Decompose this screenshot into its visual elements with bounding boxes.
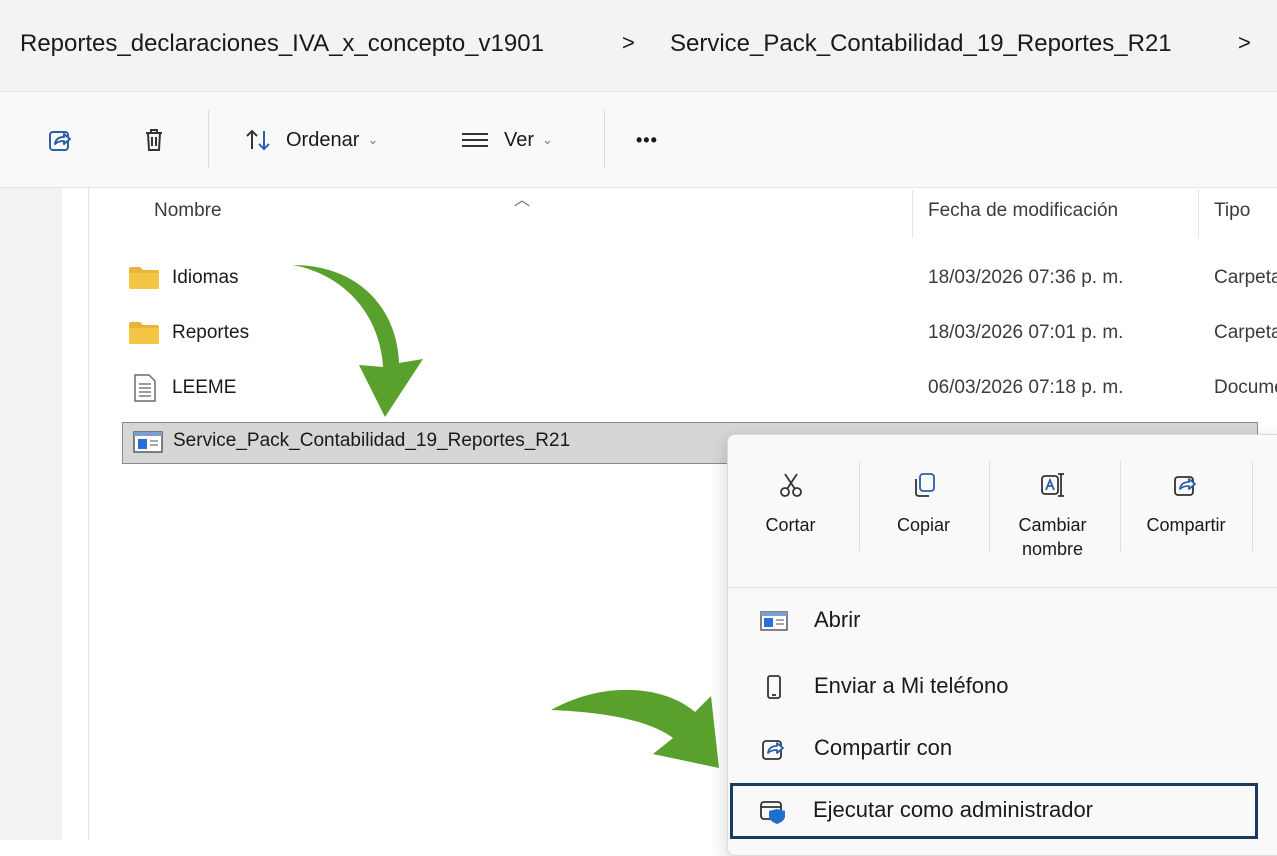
quick-action-divider [859,461,860,551]
view-list-icon [462,133,488,147]
menu-item-send-to-phone[interactable]: Enviar a Mi teléfono [732,661,1252,713]
menu-item-label: Compartir con [814,735,953,760]
menu-item-label: Ejecutar como administrador [813,797,1094,822]
breadcrumb: Reportes_declaraciones_IVA_x_concepto_v1… [0,0,1277,92]
breadcrumb-item-parent[interactable]: Reportes_declaraciones_IVA_x_concepto_v1… [20,30,544,58]
more-options-button[interactable]: ••• [636,120,658,160]
navigation-pane-border [88,188,89,840]
green-arrow-annotation-icon [551,689,719,768]
shield-icon [760,801,785,824]
chevron-down-icon: ⌄ [367,132,379,147]
rename-label: Cambiar nombre [1018,515,1087,559]
menu-item-label: Abrir [814,607,861,632]
sort-label: Ordenar [286,128,360,151]
cut-button[interactable]: Cortar [728,435,853,585]
navigation-pane[interactable] [0,188,62,840]
rename-button[interactable]: Cambiar nombre [990,435,1115,585]
copy-button[interactable]: Copiar [861,435,986,585]
folder-icon [129,322,159,344]
toolbar-divider [208,110,209,168]
menu-item-open[interactable]: Abrir [732,595,1252,647]
sort-arrows-icon [246,129,270,151]
sort-button[interactable]: Ordenar ⌄ [244,120,378,160]
column-header-name[interactable]: Nombre [154,200,222,222]
copy-icon [914,473,935,497]
share-label: Compartir [1146,515,1226,535]
file-name: Idiomas [172,267,239,288]
chevron-down-icon: ⌄ [542,132,553,147]
file-type: Carpeta de archivos [1214,267,1277,288]
sort-ascending-caret-icon: ︿ [514,192,531,209]
cut-label: Cortar [765,515,816,535]
menu-item-run-as-administrator[interactable]: Ejecutar como administrador [730,783,1258,839]
toolbar-divider [604,110,605,168]
share-button[interactable]: Compartir [1121,435,1251,585]
file-date: 06/03/2026 07:18 p. m. [928,377,1124,398]
file-name: LEEME [172,377,237,398]
share-icon [762,740,784,760]
delete-icon[interactable] [140,126,168,154]
file-name: Reportes [172,322,250,343]
folder-icon [129,267,159,289]
menu-item-label: Enviar a Mi teléfono [814,673,1009,698]
application-icon [133,431,163,453]
column-divider[interactable] [912,190,913,238]
menu-divider [728,587,1277,588]
column-header-type[interactable]: Tipo [1214,200,1277,222]
rename-icon [1040,473,1064,497]
application-icon [760,611,788,631]
column-divider[interactable] [1198,190,1199,238]
phone-icon [767,675,781,699]
menu-item-share-with[interactable]: Compartir con [732,723,1252,775]
scissors-icon [779,473,802,497]
command-bar: Ordenar ⌄ Ver ⌄ ••• [0,92,1277,188]
text-file-icon [134,374,156,402]
copy-label: Copiar [896,515,951,535]
view-button[interactable]: Ver ⌄ [460,120,553,160]
green-arrow-annotation-icon [293,265,423,417]
context-menu: Cortar Copiar Cambiar nombre Compartir A… [727,434,1277,856]
file-name: Service_Pack_Contabilidad_19_Reportes_R2… [173,430,571,451]
file-date: 18/03/2026 07:36 p. m. [928,267,1124,288]
file-type: Documento de texto [1214,377,1277,398]
breadcrumb-item-current[interactable]: Service_Pack_Contabilidad_19_Reportes_R2… [670,30,1172,58]
file-type: Carpeta de archivos [1214,322,1277,343]
share-icon [1174,476,1196,496]
breadcrumb-separator: > [622,30,635,55]
column-header-date[interactable]: Fecha de modificación [928,200,1118,222]
file-date: 18/03/2026 07:01 p. m. [928,322,1124,343]
share-icon[interactable] [46,126,74,154]
quick-action-divider [1252,461,1253,551]
breadcrumb-separator-trailing[interactable]: > [1238,30,1251,56]
view-label: Ver [504,128,535,151]
